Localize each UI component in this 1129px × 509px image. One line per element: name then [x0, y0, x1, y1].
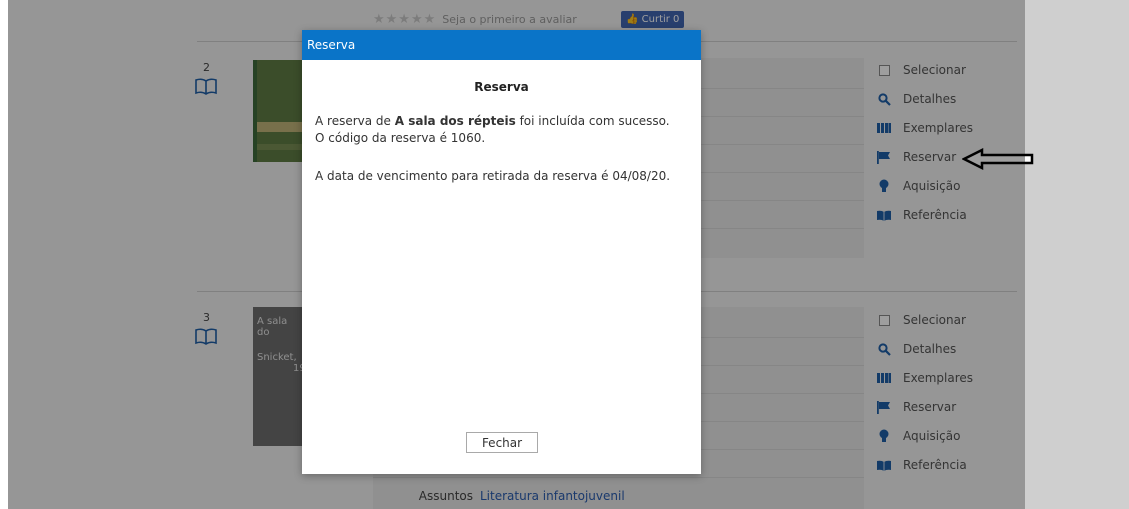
reservation-dialog: Reserva Reserva A reserva de A sala dos …	[302, 30, 701, 474]
message-prefix: A reserva de	[315, 114, 395, 128]
book-title: A sala dos répteis	[394, 114, 516, 128]
page-margin	[1025, 0, 1129, 509]
dialog-title: Reserva	[474, 80, 529, 94]
dialog-header: Reserva	[302, 30, 701, 60]
dialog-message: A reserva de A sala dos répteis foi incl…	[315, 113, 670, 147]
message-suffix: foi incluída com sucesso.	[515, 114, 670, 128]
close-button[interactable]: Fechar	[466, 432, 538, 453]
due-date-message: A data de vencimento para retirada da re…	[315, 169, 671, 183]
reservation-code: O código da reserva é 1060.	[315, 131, 486, 145]
